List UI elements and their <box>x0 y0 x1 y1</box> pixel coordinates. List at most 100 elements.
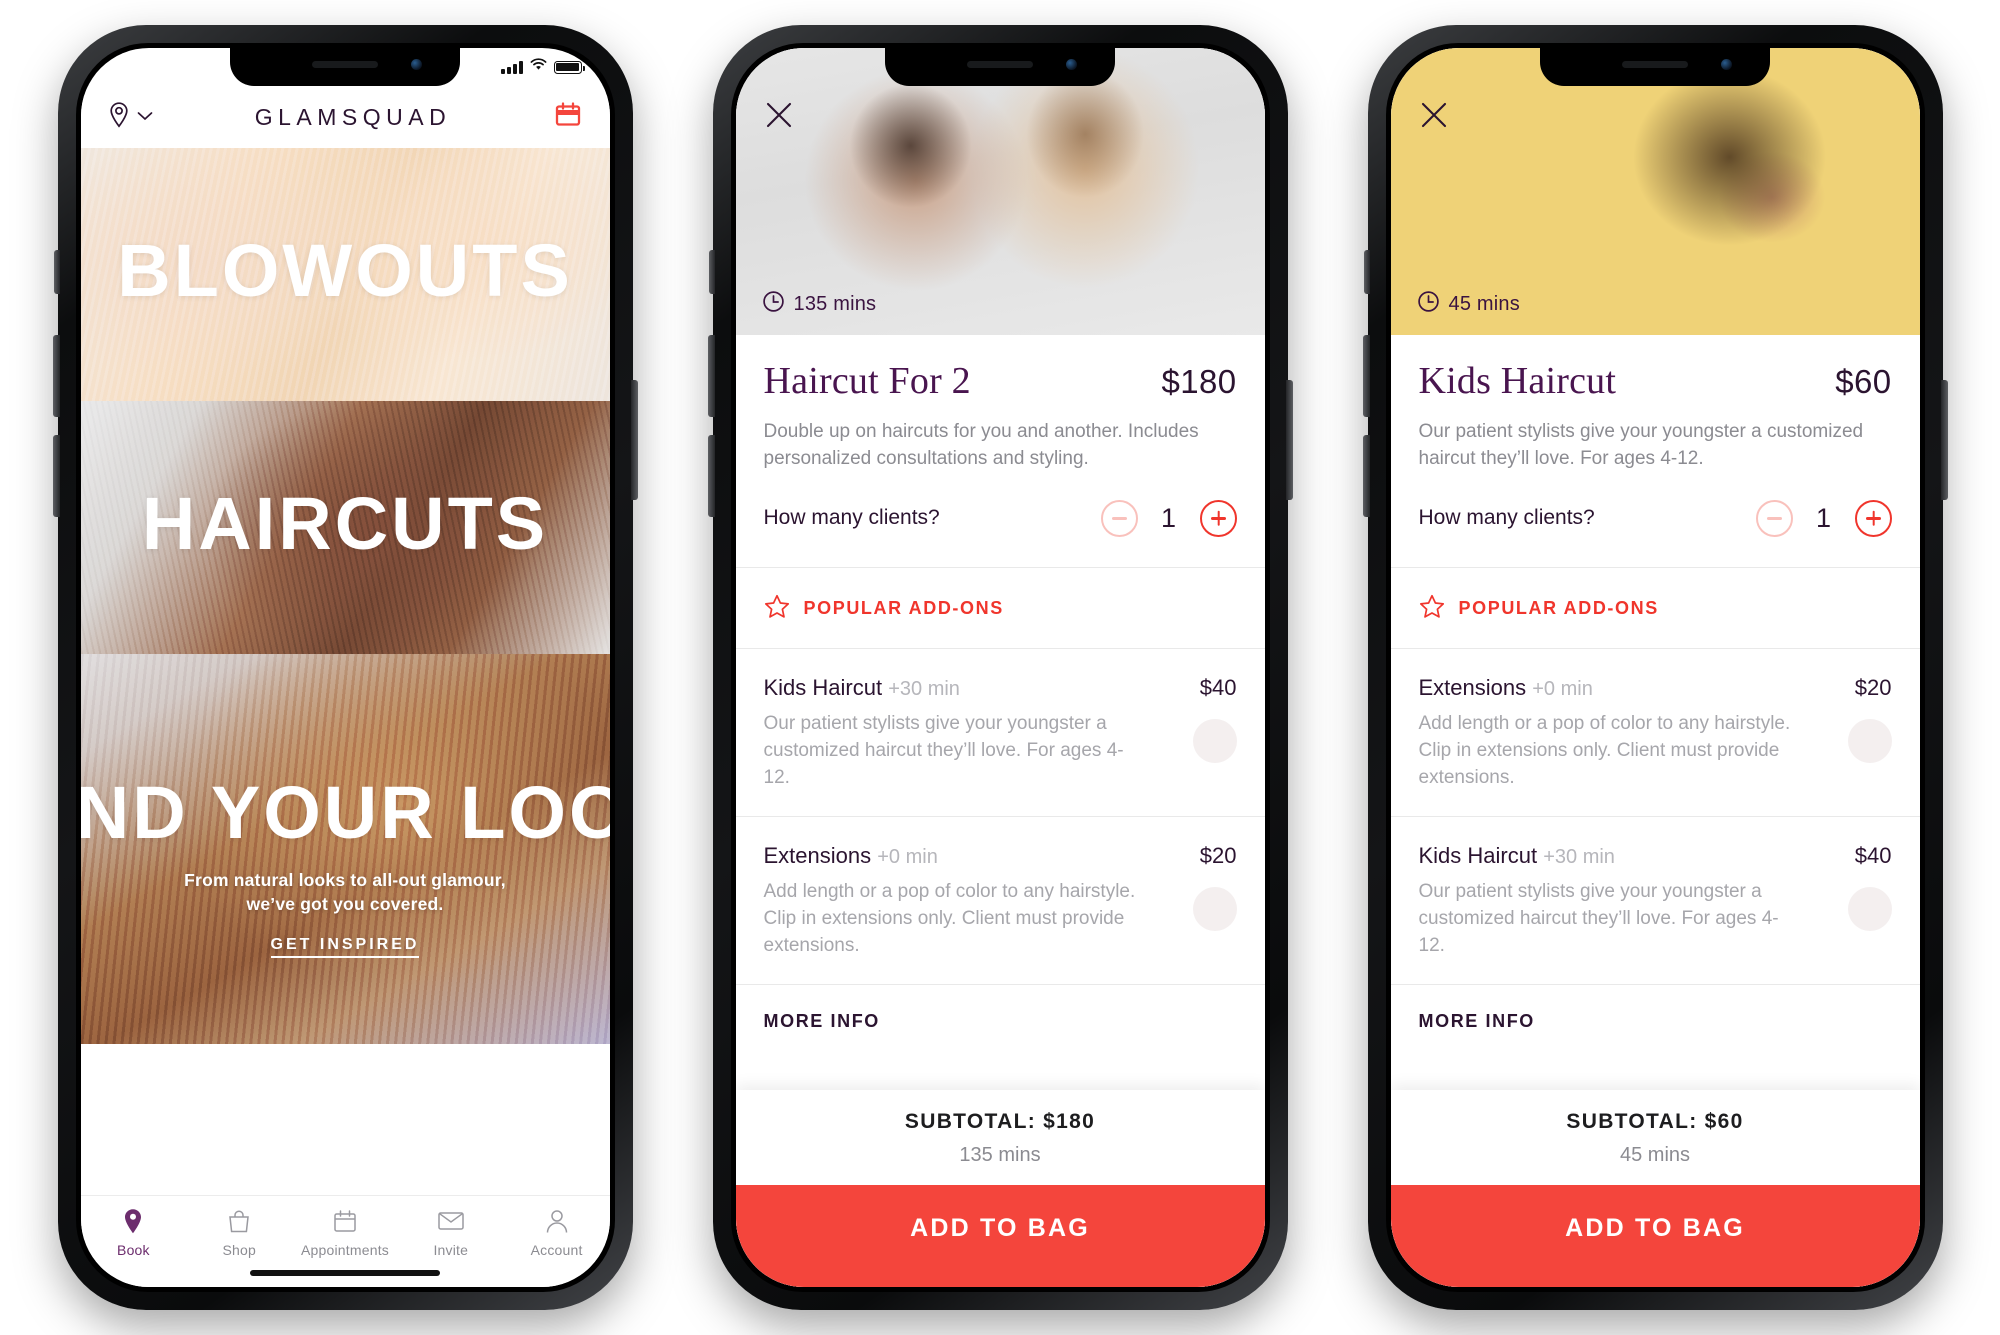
device-notch <box>885 48 1115 86</box>
detail-footer: SUBTOTAL: $180 135 mins ADD TO BAG <box>735 1090 1265 1287</box>
calendar-icon <box>332 1207 358 1235</box>
popular-addons-label: POPULAR ADD-ONS <box>1458 598 1659 619</box>
earpiece-speaker <box>312 61 378 68</box>
addon-item[interactable]: Kids Haircut +30 min $40 Our patient sty… <box>764 649 1237 816</box>
screenshot-stage: GLAMSQUAD BLOWOUTS HAIRCUTS ND YOUR LOO … <box>0 0 2000 1335</box>
location-selector[interactable] <box>107 101 153 134</box>
addon-title: Extensions <box>1418 674 1527 700</box>
home-indicator[interactable] <box>250 1270 440 1276</box>
addon-name: Kids Haircut +30 min <box>1419 843 1615 869</box>
front-camera <box>411 59 422 70</box>
service-duration-badge: 45 mins <box>1417 290 1520 319</box>
location-pin-icon <box>122 1207 144 1235</box>
service-title: Kids Haircut <box>1418 360 1617 402</box>
tab-book[interactable]: Book <box>81 1196 187 1267</box>
phone-bezel: 135 mins Haircut For 2 $180 Double up on… <box>730 43 1270 1292</box>
service-price: $60 <box>1835 363 1892 400</box>
star-icon <box>1419 594 1445 624</box>
addon-duration: +30 min <box>888 677 960 700</box>
more-info-label[interactable]: MORE INFO <box>764 985 1237 1042</box>
earpiece-speaker <box>1622 61 1688 68</box>
addon-item[interactable]: Extensions +0 min $20 Add length or a po… <box>1419 649 1892 816</box>
silent-switch[interactable] <box>53 250 60 294</box>
power-button[interactable] <box>1285 380 1293 500</box>
power-button[interactable] <box>1940 380 1948 500</box>
addon-title: Kids Haircut <box>763 674 883 700</box>
volume-down-button[interactable] <box>52 435 60 517</box>
clients-label: How many clients? <box>763 506 940 530</box>
detail-footer: SUBTOTAL: $60 45 mins ADD TO BAG <box>1390 1090 1920 1287</box>
app-brand-title: GLAMSQUAD <box>254 103 452 130</box>
clock-icon <box>762 290 785 319</box>
popular-addons-label: POPULAR ADD-ONS <box>803 598 1004 619</box>
close-icon[interactable] <box>1419 100 1449 130</box>
location-pin-icon <box>107 101 131 134</box>
plus-circle-icon[interactable] <box>1854 499 1892 537</box>
addon-title: Extensions <box>763 842 872 868</box>
more-info-label[interactable]: MORE INFO <box>1419 985 1892 1042</box>
hero-card-find-your-look[interactable]: FIND YOUR LOOK From natural looks to all… <box>80 654 610 1044</box>
phone-haircut-for-2: 135 mins Haircut For 2 $180 Double up on… <box>707 25 1293 1310</box>
earpiece-speaker <box>967 61 1033 68</box>
volume-up-button[interactable] <box>52 335 60 417</box>
subtotal-duration: 135 mins <box>959 1144 1041 1166</box>
addon-select-toggle[interactable] <box>1847 718 1892 763</box>
hero-subtitle: From natural looks to all-out glamour, we… <box>184 870 506 915</box>
clients-stepper-row: How many clients? 1 <box>1419 473 1892 567</box>
silent-switch[interactable] <box>1363 250 1370 294</box>
service-detail-body[interactable]: Kids Haircut $60 Our patient stylists gi… <box>1390 335 1920 1287</box>
service-description: Our patient stylists give your youngster… <box>1418 421 1864 469</box>
hero-card-blowouts[interactable]: BLOWOUTS <box>80 148 610 401</box>
tab-label: Shop <box>222 1242 256 1258</box>
hero-label: BLOWOUTS <box>117 229 573 312</box>
addon-name: Extensions +0 min <box>1419 675 1593 701</box>
power-button[interactable] <box>630 380 638 500</box>
add-to-bag-button[interactable]: ADD TO BAG <box>735 1185 1265 1287</box>
addon-select-toggle[interactable] <box>1847 886 1892 931</box>
hero-card-haircuts[interactable]: HAIRCUTS <box>80 401 610 654</box>
addon-item[interactable]: Kids Haircut +30 min $40 Our patient sty… <box>1419 817 1892 984</box>
tab-account[interactable]: Account <box>504 1196 610 1267</box>
volume-down-button[interactable] <box>707 435 715 517</box>
addon-select-toggle[interactable] <box>1192 886 1237 931</box>
minus-circle-icon[interactable] <box>1755 499 1793 537</box>
addon-duration: +30 min <box>1543 845 1615 868</box>
tab-label: Account <box>530 1242 583 1258</box>
plus-circle-icon[interactable] <box>1199 499 1237 537</box>
quantity-stepper: 1 <box>1755 499 1892 537</box>
add-to-bag-button[interactable]: ADD TO BAG <box>1390 1185 1920 1287</box>
tab-invite[interactable]: Invite <box>398 1196 504 1267</box>
clock-icon <box>1417 290 1440 319</box>
addon-select-toggle[interactable] <box>1192 718 1237 763</box>
silent-switch[interactable] <box>708 250 715 294</box>
service-title-row: Kids Haircut $60 <box>1419 335 1892 403</box>
subtotal-bar: SUBTOTAL: $180 135 mins <box>735 1090 1265 1185</box>
addon-item[interactable]: Extensions +0 min $20 Add length or a po… <box>764 817 1237 984</box>
service-title: Haircut For 2 <box>763 360 971 402</box>
home-scroll-area[interactable]: BLOWOUTS HAIRCUTS FIND YOUR LOOK From na… <box>80 148 610 1195</box>
volume-up-button[interactable] <box>707 335 715 417</box>
device-notch <box>230 48 460 86</box>
shopping-bag-icon <box>226 1207 252 1235</box>
volume-down-button[interactable] <box>1362 435 1370 517</box>
addon-price: $40 <box>1854 842 1892 868</box>
phone-bezel: GLAMSQUAD BLOWOUTS HAIRCUTS ND YOUR LOO … <box>75 43 615 1292</box>
tab-label: Appointments <box>300 1242 389 1258</box>
close-icon[interactable] <box>764 100 794 130</box>
addon-price: $20 <box>1199 842 1237 868</box>
addon-price: $40 <box>1199 674 1237 700</box>
clients-stepper-row: How many clients? 1 <box>764 473 1237 567</box>
person-icon <box>545 1207 569 1235</box>
minus-circle-icon[interactable] <box>1100 499 1138 537</box>
star-icon <box>764 594 790 624</box>
service-detail: 45 mins Kids Haircut $60 Our patient sty… <box>1390 48 1920 1287</box>
duration-label: 45 mins <box>1448 293 1520 315</box>
tab-appointments[interactable]: Appointments <box>292 1196 398 1267</box>
service-detail-body[interactable]: Haircut For 2 $180 Double up on haircuts… <box>735 335 1265 1287</box>
volume-up-button[interactable] <box>1362 335 1370 417</box>
tab-shop[interactable]: Shop <box>186 1196 292 1267</box>
get-inspired-link[interactable]: GET INSPIRED <box>81 936 610 958</box>
calendar-icon[interactable] <box>553 100 583 135</box>
quantity-stepper: 1 <box>1100 499 1237 537</box>
quantity-value: 1 <box>1160 502 1177 533</box>
